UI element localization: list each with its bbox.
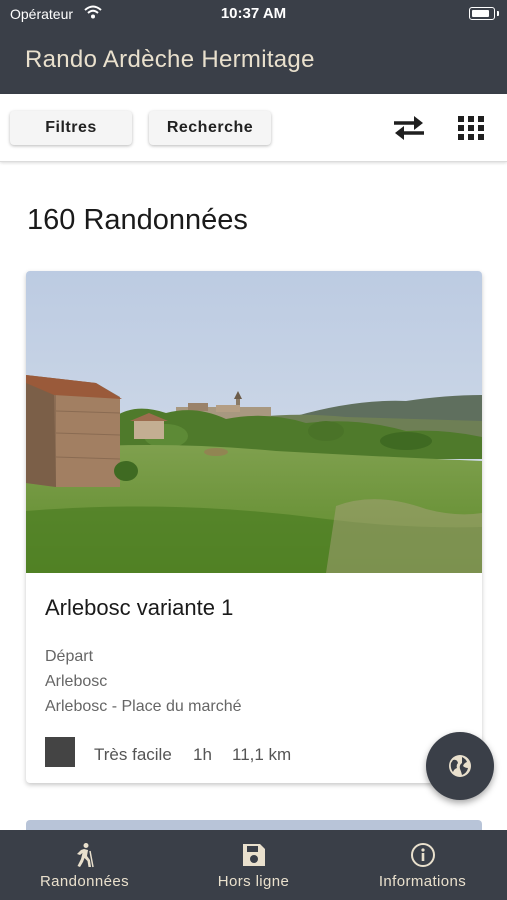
- app-bar: Rando Ardèche Hermitage: [0, 28, 507, 94]
- search-button[interactable]: Recherche: [149, 111, 271, 145]
- distance-label: 11,1 km: [232, 745, 292, 764]
- tab-label-informations: Informations: [378, 873, 467, 890]
- grid-view-button[interactable]: [456, 111, 486, 145]
- hike-photo: [26, 271, 482, 573]
- tab-label-randonnees: Randonnées: [39, 873, 130, 890]
- departure-place: Arlebosc - Place du marché: [45, 698, 242, 715]
- hike-card[interactable]: Arlebosc variante 1 Départ Arlebosc Arle…: [26, 271, 482, 783]
- filter-toolbar: Filtres Recherche: [0, 94, 507, 162]
- clock: 10:37 AM: [220, 5, 287, 22]
- tab-hors-ligne[interactable]: Hors ligne: [169, 830, 338, 900]
- duration-label: 1h: [193, 745, 212, 764]
- swap-view-button[interactable]: [390, 111, 428, 145]
- tab-randonnees[interactable]: Randonnées: [0, 830, 169, 900]
- hike-name: Arlebosc variante 1: [45, 595, 234, 620]
- results-count: 160 Randonnées: [27, 204, 248, 236]
- battery-icon: [469, 7, 499, 20]
- departure-town: Arlebosc: [45, 673, 108, 690]
- swap-arrows-icon: [394, 116, 424, 140]
- departure-label: Départ: [45, 648, 94, 665]
- bottom-tab-bar: Randonnées Hors ligne Informations: [0, 830, 507, 900]
- filters-button[interactable]: Filtres: [10, 111, 132, 145]
- map-view-button[interactable]: [426, 732, 494, 800]
- hiker-icon: [77, 843, 94, 868]
- floppy-disk-icon: [243, 844, 265, 866]
- tab-label-hors-ligne: Hors ligne: [217, 873, 290, 890]
- app-title: Rando Ardèche Hermitage: [25, 46, 315, 73]
- info-icon: [411, 843, 435, 867]
- difficulty-label: Très facile: [94, 745, 172, 764]
- grid-icon: [458, 116, 484, 140]
- difficulty-indicator: [45, 737, 75, 767]
- status-bar: Opérateur 10:37 AM: [0, 0, 507, 28]
- tab-informations[interactable]: Informations: [338, 830, 507, 900]
- globe-icon: [449, 755, 471, 777]
